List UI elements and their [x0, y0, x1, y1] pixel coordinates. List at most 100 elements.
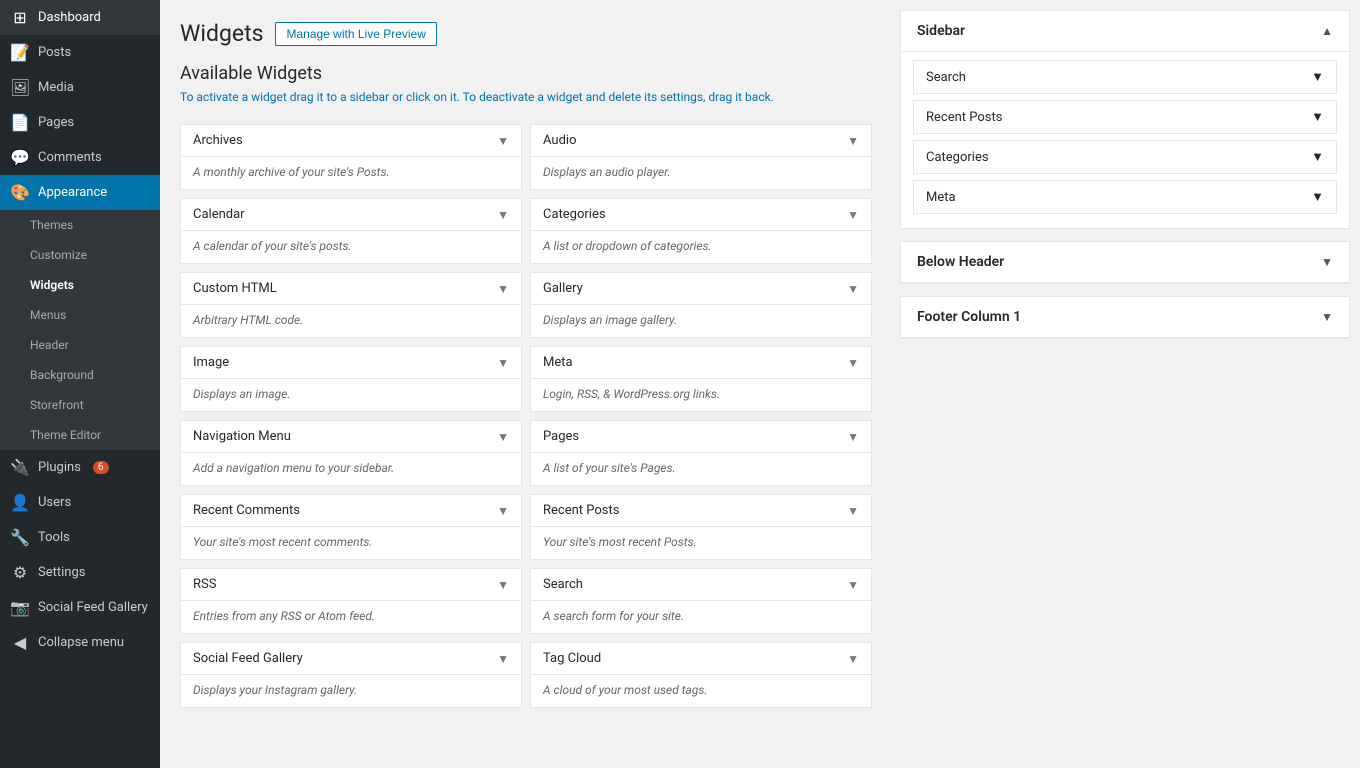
below-header-header[interactable]: Below Header ▼ [901, 242, 1349, 283]
sidebar-item-comments[interactable]: 💬 Comments [0, 140, 160, 175]
sidebar-label-theme-editor: Theme Editor [30, 428, 101, 442]
widget-header-calendar[interactable]: Calendar ▼ [181, 199, 521, 231]
widget-header-pages[interactable]: Pages ▼ [531, 421, 871, 453]
widgets-grid: Archives ▼ A monthly archive of your sit… [180, 120, 880, 712]
sidebar-item-header[interactable]: Header [0, 330, 160, 360]
widget-arrow-audio: ▼ [847, 134, 859, 148]
plugins-icon: 🔌 [10, 458, 30, 477]
sidebar-item-theme-editor[interactable]: Theme Editor [0, 420, 160, 450]
page-title-row: Widgets Manage with Live Preview [180, 20, 880, 47]
appearance-submenu: Themes Customize Widgets Menus Header Ba… [0, 210, 160, 450]
widget-arrow-recent-comments: ▼ [497, 504, 509, 518]
sidebar-label-collapse: Collapse menu [38, 635, 124, 650]
widget-header-archives[interactable]: Archives ▼ [181, 125, 521, 157]
widget-arrow-custom-html: ▼ [497, 282, 509, 296]
widget-arrow-image: ▼ [497, 356, 509, 370]
sidebar-item-appearance[interactable]: 🎨 Appearance [0, 175, 160, 210]
comments-icon: 💬 [10, 148, 30, 167]
widget-cell: Image ▼ Displays an image. [180, 342, 530, 416]
sidebar-area-header[interactable]: Sidebar ▲ [901, 11, 1349, 52]
sidebar-item-storefront[interactable]: Storefront [0, 390, 160, 420]
sidebar-label-menus: Menus [30, 308, 66, 322]
sidebar-area-content: Search ▼ Recent Posts ▼ Categories ▼ Met… [901, 52, 1349, 228]
widget-header-navigation-menu[interactable]: Navigation Menu ▼ [181, 421, 521, 453]
sidebar-item-plugins[interactable]: 🔌 Plugins 6 [0, 450, 160, 485]
swa-widget-search[interactable]: Search ▼ [913, 60, 1337, 94]
widget-header-social-feed-gallery[interactable]: Social Feed Gallery ▼ [181, 643, 521, 675]
sidebar-item-tools[interactable]: 🔧 Tools [0, 520, 160, 555]
widget-header-recent-posts[interactable]: Recent Posts ▼ [531, 495, 871, 527]
widget-box-tag-cloud: Tag Cloud ▼ A cloud of your most used ta… [530, 642, 872, 708]
admin-sidebar: ⊞ Dashboard 📝 Posts 🖼 Media 📄 Pages 💬 Co… [0, 0, 160, 768]
widget-header-image[interactable]: Image ▼ [181, 347, 521, 379]
widget-cell: Audio ▼ Displays an audio player. [530, 120, 880, 194]
sidebar-item-customize[interactable]: Customize [0, 240, 160, 270]
sidebar-item-menus[interactable]: Menus [0, 300, 160, 330]
sidebar-item-social-feed[interactable]: 📷 Social Feed Gallery [0, 590, 160, 625]
sidebar-item-media[interactable]: 🖼 Media [0, 70, 160, 105]
widget-box-recent-comments: Recent Comments ▼ Your site's most recen… [180, 494, 522, 560]
sidebar-item-dashboard[interactable]: ⊞ Dashboard [0, 0, 160, 35]
appearance-icon: 🎨 [10, 183, 30, 202]
below-header-area: Below Header ▼ [900, 241, 1350, 284]
widget-box-pages: Pages ▼ A list of your site's Pages. [530, 420, 872, 486]
widget-header-categories[interactable]: Categories ▼ [531, 199, 871, 231]
widget-cell: Social Feed Gallery ▼ Displays your Inst… [180, 638, 530, 712]
sidebar-label-background: Background [30, 368, 94, 382]
main-content: Widgets Manage with Live Preview Availab… [160, 0, 900, 768]
widget-desc-tag-cloud: A cloud of your most used tags. [531, 675, 871, 707]
sidebar-item-settings[interactable]: ⚙ Settings [0, 555, 160, 590]
sidebar-item-collapse[interactable]: ◀ Collapse menu [0, 625, 160, 660]
sidebar-item-pages[interactable]: 📄 Pages [0, 105, 160, 140]
sidebar-label-users: Users [38, 495, 71, 510]
widget-header-custom-html[interactable]: Custom HTML ▼ [181, 273, 521, 305]
widget-arrow-calendar: ▼ [497, 208, 509, 222]
widget-header-recent-comments[interactable]: Recent Comments ▼ [181, 495, 521, 527]
social-feed-icon: 📷 [10, 598, 30, 617]
sidebar-item-posts[interactable]: 📝 Posts [0, 35, 160, 70]
sidebar-widget-area: Sidebar ▲ Search ▼ Recent Posts ▼ Catego… [900, 10, 1350, 229]
widget-cell: RSS ▼ Entries from any RSS or Atom feed. [180, 564, 530, 638]
widget-cell: Search ▼ A search form for your site. [530, 564, 880, 638]
dashboard-icon: ⊞ [10, 8, 30, 27]
widget-desc-recent-posts: Your site's most recent Posts. [531, 527, 871, 559]
sidebar-area-title: Sidebar [917, 23, 965, 39]
footer-col1-header[interactable]: Footer Column 1 ▼ [901, 297, 1349, 338]
widget-header-rss[interactable]: RSS ▼ [181, 569, 521, 601]
sidebar-item-background[interactable]: Background [0, 360, 160, 390]
widget-header-search[interactable]: Search ▼ [531, 569, 871, 601]
collapse-icon: ◀ [10, 633, 30, 652]
swa-widget-arrow-search: ▼ [1311, 69, 1324, 85]
widget-arrow-search: ▼ [847, 578, 859, 592]
widget-desc-navigation-menu: Add a navigation menu to your sidebar. [181, 453, 521, 485]
sidebar-label-media: Media [38, 80, 74, 95]
widget-header-tag-cloud[interactable]: Tag Cloud ▼ [531, 643, 871, 675]
widget-name-audio: Audio [543, 133, 576, 148]
swa-widget-meta[interactable]: Meta ▼ [913, 180, 1337, 214]
swa-widget-recent-posts[interactable]: Recent Posts ▼ [913, 100, 1337, 134]
widget-cell: Recent Comments ▼ Your site's most recen… [180, 490, 530, 564]
widget-header-gallery[interactable]: Gallery ▼ [531, 273, 871, 305]
widget-name-recent-posts: Recent Posts [543, 503, 619, 518]
widget-header-meta[interactable]: Meta ▼ [531, 347, 871, 379]
manage-live-preview-button[interactable]: Manage with Live Preview [275, 22, 436, 46]
swa-widget-name-meta: Meta [926, 190, 956, 205]
below-header-title: Below Header [917, 254, 1004, 270]
widget-box-meta: Meta ▼ Login, RSS, & WordPress.org links… [530, 346, 872, 412]
widget-box-social-feed-gallery: Social Feed Gallery ▼ Displays your Inst… [180, 642, 522, 708]
swa-widget-categories[interactable]: Categories ▼ [913, 140, 1337, 174]
widget-desc-image: Displays an image. [181, 379, 521, 411]
widget-arrow-recent-posts: ▼ [847, 504, 859, 518]
sidebar-item-widgets[interactable]: Widgets [0, 270, 160, 300]
sidebar-label-tools: Tools [38, 530, 70, 545]
widget-box-search: Search ▼ A search form for your site. [530, 568, 872, 634]
widget-name-recent-comments: Recent Comments [193, 503, 300, 518]
sidebar-item-users[interactable]: 👤 Users [0, 485, 160, 520]
widget-cell: Tag Cloud ▼ A cloud of your most used ta… [530, 638, 880, 712]
sidebar-item-themes[interactable]: Themes [0, 210, 160, 240]
widget-desc-search: A search form for your site. [531, 601, 871, 633]
widget-desc-categories: A list or dropdown of categories. [531, 231, 871, 263]
tools-icon: 🔧 [10, 528, 30, 547]
widget-arrow-categories: ▼ [847, 208, 859, 222]
widget-header-audio[interactable]: Audio ▼ [531, 125, 871, 157]
